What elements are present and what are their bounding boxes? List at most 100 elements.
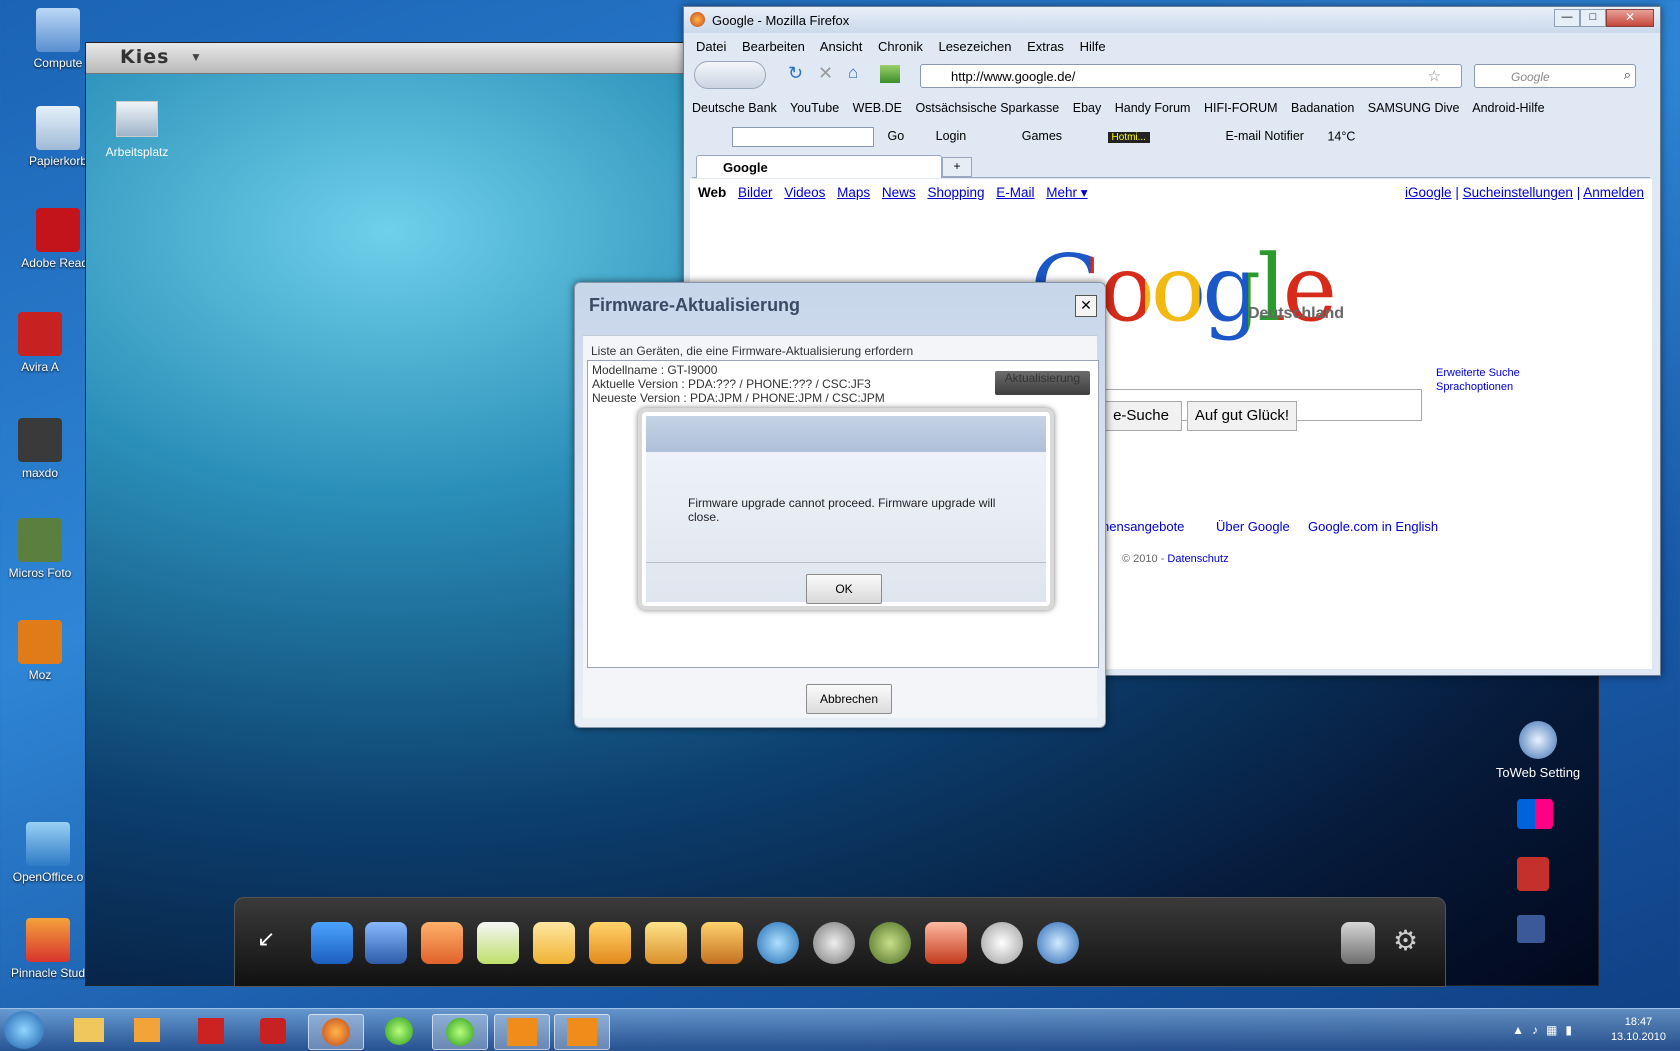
search-box[interactable]: Google ⌕ (1474, 64, 1636, 88)
email-notifier-button[interactable]: E-mail Notifier (1225, 129, 1304, 143)
taskbar-kies-1[interactable] (494, 1014, 550, 1050)
nav-mehr[interactable]: Mehr ▾ (1046, 185, 1087, 200)
menu-hilfe[interactable]: Hilfe (1080, 39, 1106, 54)
globe-icon[interactable] (1037, 922, 1079, 964)
link-sucheinstellungen[interactable]: Sucheinstellungen (1463, 185, 1573, 200)
taskbar-video-app[interactable] (184, 1014, 238, 1048)
ok-button[interactable]: OK (806, 574, 882, 604)
close-icon[interactable]: ✕ (1075, 295, 1097, 317)
taskbar-explorer[interactable] (62, 1014, 116, 1048)
link-igoogle[interactable]: iGoogle (1405, 185, 1452, 200)
footer-link-google-com[interactable]: Google.com in English (1308, 519, 1438, 534)
link-anmelden[interactable]: Anmelden (1583, 185, 1644, 200)
taskbar-firefox[interactable] (308, 1014, 364, 1050)
lucky-button[interactable]: Auf gut Glück! (1187, 401, 1297, 431)
import-arrow-icon[interactable]: ↙ (257, 926, 275, 952)
menu-extras[interactable]: Extras (1027, 39, 1064, 54)
calendar-icon[interactable] (477, 922, 519, 964)
new-tab-button[interactable]: + (942, 157, 972, 177)
link-erweiterte-suche[interactable]: Erweiterte Suche (1436, 367, 1520, 379)
music-icon[interactable] (311, 922, 353, 964)
minimize-button[interactable]: — (1554, 9, 1580, 27)
nav-videos[interactable]: Videos (784, 185, 825, 200)
phone-icon[interactable] (421, 922, 463, 964)
taskbar-media-player[interactable] (120, 1014, 174, 1048)
notes-icon[interactable] (589, 922, 631, 964)
desktop-icon-maxdome[interactable]: maxdo (0, 418, 80, 480)
google-search-button[interactable]: e-Suche (1100, 401, 1182, 431)
cancel-button[interactable]: Abbrechen (806, 684, 892, 714)
flickr-button[interactable] (1517, 799, 1557, 835)
games-button[interactable]: Games (1022, 129, 1062, 143)
toweb-setting-button[interactable]: ToWeb Setting (1483, 721, 1593, 780)
gear-icon[interactable]: ⚙ (1393, 924, 1418, 957)
menu-datei[interactable]: Datei (696, 39, 726, 54)
nav-email[interactable]: E-Mail (996, 185, 1034, 200)
device-connect-icon[interactable] (1341, 922, 1375, 964)
nav-bilder[interactable]: Bilder (738, 185, 773, 200)
toolbar-search-field[interactable] (732, 127, 874, 147)
back-button[interactable] (694, 61, 766, 89)
link-sprachoptionen[interactable]: Sprachoptionen (1436, 381, 1513, 393)
bookmark-sparkasse[interactable]: Ostsächsische Sparkasse (915, 101, 1059, 115)
bookmark-samsung-dive[interactable]: SAMSUNG Dive (1368, 101, 1460, 115)
bookmark-badanation[interactable]: Badanation (1291, 101, 1354, 115)
hotmail-button[interactable]: Hotmi... (1107, 132, 1150, 144)
menu-chronik[interactable]: Chronik (878, 39, 923, 54)
pyramid-icon[interactable] (365, 922, 407, 964)
video-edit-icon[interactable] (869, 922, 911, 964)
music-player-icon[interactable] (757, 922, 799, 964)
volume-icon[interactable]: ♪ (1532, 1023, 1546, 1037)
bookmark-deutsche-bank[interactable]: Deutsche Bank (692, 101, 777, 115)
bookmark-android-hilfe[interactable]: Android-Hilfe (1472, 101, 1544, 115)
nav-web[interactable]: Web (698, 185, 726, 200)
desktop-icon-microsoft-foto[interactable]: Micros Foto (0, 518, 80, 580)
maximize-button[interactable]: □ (1580, 9, 1606, 27)
home-icon[interactable]: ⌂ (848, 63, 858, 83)
desktop-icon-openoffice[interactable]: OpenOffice.o (8, 822, 88, 884)
photos-icon[interactable] (645, 922, 687, 964)
taskbar-icq-2[interactable] (432, 1014, 488, 1050)
youtube-button[interactable] (1517, 857, 1557, 893)
desktop-icon-avira[interactable]: Avira A (0, 312, 80, 374)
stop-icon[interactable]: ✕ (818, 63, 833, 84)
clock[interactable]: 18:47 13.10.2010 (1611, 1015, 1666, 1045)
desktop-icon-pinnacle[interactable]: Pinnacle Stud (8, 918, 88, 980)
bookmark-ebay[interactable]: Ebay (1073, 101, 1102, 115)
bookmark-youtube[interactable]: YouTube (790, 101, 839, 115)
menu-bearbeiten[interactable]: Bearbeiten (742, 39, 805, 54)
disc-icon[interactable] (981, 922, 1023, 964)
nav-maps[interactable]: Maps (837, 185, 870, 200)
close-button[interactable]: ✕ (1606, 9, 1654, 27)
star-icon[interactable]: ☆ (1428, 67, 1441, 85)
bookmark-handy-forum[interactable]: Handy Forum (1115, 101, 1191, 115)
kies-desktop-item-arbeitsplatz[interactable]: Arbeitsplatz (92, 101, 182, 159)
menu-lesezeichen[interactable]: Lesezeichen (938, 39, 1011, 54)
tab-google[interactable]: Google (696, 155, 942, 178)
taskbar-avira[interactable] (246, 1014, 300, 1048)
photo-edit-icon[interactable] (701, 922, 743, 964)
nav-news[interactable]: News (882, 185, 916, 200)
link-datenschutz[interactable]: Datenschutz (1167, 553, 1228, 565)
go-button[interactable]: Go (887, 129, 904, 143)
update-button[interactable]: Aktualisierung (994, 371, 1090, 395)
start-button[interactable] (4, 1011, 44, 1049)
chevron-down-icon[interactable]: ▼ (190, 50, 202, 64)
signal-icon[interactable]: ▮ (1565, 1023, 1580, 1037)
bookmark-hifi-forum[interactable]: HIFI-FORUM (1204, 101, 1278, 115)
footer-link-ueber-google[interactable]: Über Google (1216, 519, 1290, 534)
nav-shopping[interactable]: Shopping (927, 185, 984, 200)
menu-ansicht[interactable]: Ansicht (820, 39, 863, 54)
tray-arrow-icon[interactable]: ▲ (1512, 1023, 1532, 1037)
mail-icon[interactable] (533, 922, 575, 964)
facebook-button[interactable] (1517, 915, 1557, 951)
login-button[interactable]: Login (936, 129, 967, 143)
bookmark-webde[interactable]: WEB.DE (853, 101, 902, 115)
taskbar-icq-1[interactable] (372, 1014, 426, 1048)
search-icon[interactable]: ⌕ (1624, 67, 1631, 83)
footer-link-angebote[interactable]: nensangebote (1102, 519, 1184, 534)
url-bar[interactable]: http://www.google.de/ ☆ (920, 64, 1462, 88)
reload-icon[interactable]: ↻ (788, 63, 803, 84)
video-reel-icon[interactable] (813, 922, 855, 964)
desktop-icon-mozilla[interactable]: Moz (0, 620, 80, 682)
